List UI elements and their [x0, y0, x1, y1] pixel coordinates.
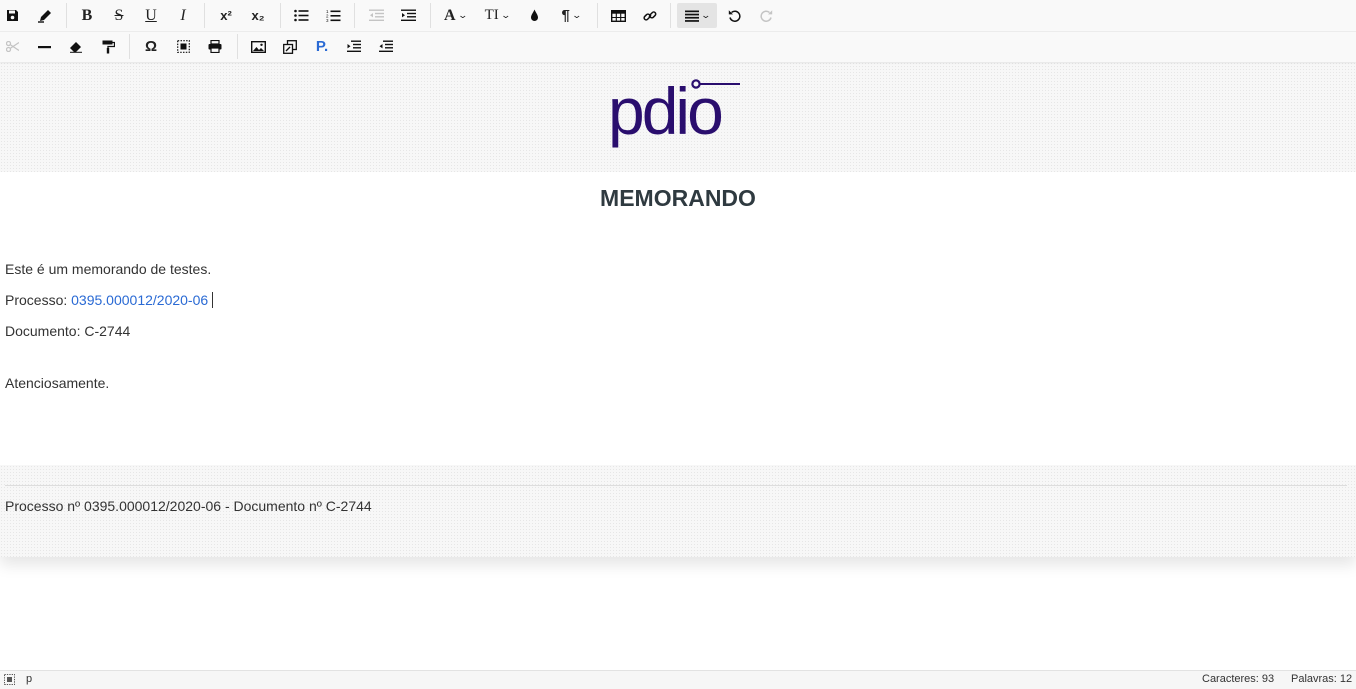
paragraph-label: ¶	[561, 7, 570, 24]
cut-icon[interactable]	[2, 34, 22, 59]
bold-button[interactable]: B	[77, 3, 97, 28]
select-block-icon[interactable]	[4, 674, 15, 685]
numbered-list-icon[interactable]: 123	[322, 3, 344, 28]
logo-text: pdio	[608, 74, 721, 148]
toolbar-row-2: Ω P.	[0, 31, 1356, 62]
chevron-down-icon: ⌄	[700, 10, 711, 20]
subscript-button[interactable]: x₂	[246, 3, 270, 28]
image-icon[interactable]	[248, 34, 268, 59]
body-line-4: Atenciosamente.	[5, 375, 110, 391]
superscript-button[interactable]: x²	[214, 3, 238, 28]
body-line-2: Processo: 0395.000012/2020-06	[5, 292, 214, 308]
line-indent-icon[interactable]	[344, 34, 364, 59]
special-character-button[interactable]: Ω	[141, 34, 161, 59]
chevron-down-icon: ⌄	[456, 10, 468, 20]
process-label: Processo:	[5, 292, 72, 308]
undo-icon[interactable]	[724, 3, 744, 28]
align-justify-icon	[684, 10, 699, 22]
font-size-dropdown[interactable]: TI ⌄	[481, 3, 513, 28]
status-bar: p Caracteres: 93 Palavras: 12	[0, 670, 1356, 689]
document-title: MEMORANDO	[600, 185, 756, 211]
process-link-button[interactable]: P.	[312, 34, 332, 59]
toolbar-separator	[204, 3, 205, 28]
toolbar-separator	[597, 3, 598, 28]
toolbar-separator	[670, 3, 671, 28]
chevron-down-icon: ⌄	[500, 10, 511, 20]
font-family-label: A	[443, 6, 456, 24]
footer-divider	[5, 485, 1347, 486]
document-header: pdio	[0, 62, 1356, 172]
document-footer: Processo nº 0395.000012/2020-06 - Docume…	[0, 465, 1356, 557]
toolbar-separator	[129, 34, 130, 59]
italic-button[interactable]: I	[173, 3, 193, 28]
indent-icon[interactable]	[397, 3, 419, 28]
strikethrough-button[interactable]: S	[109, 3, 129, 28]
redo-icon[interactable]	[756, 3, 776, 28]
select-all-icon[interactable]	[173, 34, 193, 59]
format-painter-icon[interactable]	[98, 34, 118, 59]
horizontal-line-icon[interactable]	[34, 34, 54, 59]
document-body[interactable]: MEMORANDO Este é um memorando de testes.…	[0, 172, 1356, 465]
eraser-icon[interactable]	[66, 34, 86, 59]
line-outdent-icon[interactable]	[376, 34, 396, 59]
paragraph-format-dropdown[interactable]: ¶ ⌄	[556, 3, 586, 28]
font-family-dropdown[interactable]: A ⌄	[440, 3, 470, 28]
process-link[interactable]: 0395.000012/2020-06	[71, 292, 208, 308]
pdio-logo: pdio	[608, 74, 740, 148]
font-size-label: TI	[484, 7, 499, 23]
chevron-down-icon: ⌄	[571, 10, 582, 20]
table-icon[interactable]	[607, 3, 629, 28]
toolbar-separator	[430, 3, 431, 28]
text-cursor	[212, 292, 214, 308]
print-icon[interactable]	[205, 34, 225, 59]
element-path[interactable]: p	[26, 673, 32, 685]
outdent-icon[interactable]	[365, 3, 387, 28]
toolbar-row-1: B S U I x² x₂ 123 A ⌄ TI ⌄ ¶ ⌄ ⌄	[0, 0, 1356, 32]
save-icon[interactable]	[2, 3, 22, 28]
link-icon[interactable]	[639, 3, 661, 28]
editor-toolbar: B S U I x² x₂ 123 A ⌄ TI ⌄ ¶ ⌄ ⌄ Ω P.	[0, 0, 1356, 62]
align-dropdown[interactable]: ⌄	[677, 3, 717, 28]
body-line-1: Este é um memorando de testes.	[5, 261, 212, 277]
document-page[interactable]: pdio MEMORANDO Este é um memorando de te…	[0, 62, 1356, 557]
toolbar-separator	[354, 3, 355, 28]
word-count: Palavras: 12	[1291, 673, 1353, 685]
bulleted-list-icon[interactable]	[290, 3, 312, 28]
text-color-drop-icon[interactable]	[525, 3, 543, 28]
body-line-3: Documento: C-2744	[5, 323, 131, 339]
footer-text: Processo nº 0395.000012/2020-06 - Docume…	[5, 498, 372, 514]
character-count: Caracteres: 93	[1202, 673, 1275, 685]
copy-format-icon[interactable]	[280, 34, 300, 59]
edit-pen-icon[interactable]	[34, 3, 56, 28]
toolbar-separator	[280, 3, 281, 28]
underline-button[interactable]: U	[141, 3, 161, 28]
toolbar-separator	[237, 34, 238, 59]
svg-text:3: 3	[326, 18, 329, 23]
toolbar-separator	[66, 3, 67, 28]
